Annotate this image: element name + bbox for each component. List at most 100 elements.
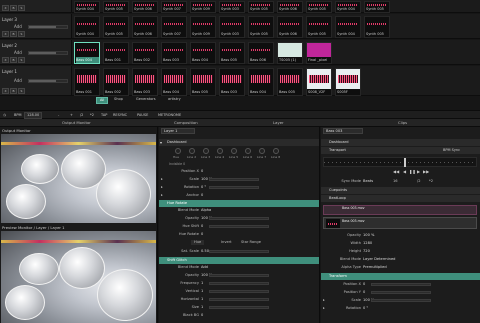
clip-slot[interactable]: Synth 005 — [103, 1, 129, 13]
layer-s-button[interactable]: S — [18, 88, 25, 94]
clip-slot[interactable]: Bass 003 — [132, 68, 158, 96]
clip-slot[interactable]: Synth 005 — [364, 16, 390, 38]
layer-opacity-slider[interactable] — [28, 79, 68, 83]
sat-scale-slider[interactable] — [209, 250, 269, 253]
tab-layer[interactable]: Layer — [273, 119, 284, 127]
clip-slot[interactable]: S008_V2F — [306, 68, 332, 96]
bpm-minus-button[interactable]: - — [58, 112, 59, 119]
layer-x-button[interactable]: X — [2, 31, 9, 37]
hue-rotate-header[interactable]: Hue Rotate — [159, 200, 319, 207]
layer-b-button[interactable]: B — [10, 57, 17, 63]
shift-glitch-header[interactable]: Shift Glitch — [159, 257, 319, 264]
tab-clips[interactable]: Clips — [398, 119, 407, 127]
clip-info-bar-2[interactable]: Bass 003.mov — [323, 217, 477, 229]
size-slider[interactable] — [209, 306, 269, 309]
pause-icon[interactable]: ❚❚ — [409, 169, 416, 174]
clip-slot[interactable]: Bass 002 — [132, 42, 158, 64]
layer-name-field[interactable]: Layer 1 — [161, 128, 195, 134]
layer-x-button[interactable]: X — [2, 88, 9, 94]
frequency-slider[interactable] — [209, 282, 269, 285]
dashboard-dial[interactable] — [259, 148, 265, 154]
clip-slot[interactable]: Bass 001 — [103, 42, 129, 64]
collapse-icon[interactable]: ▾ — [160, 140, 162, 145]
layer-x-button[interactable]: X — [2, 57, 9, 63]
tab-artistry[interactable]: artistry — [168, 96, 181, 103]
tab-composition[interactable]: Composition — [174, 119, 198, 127]
playhead[interactable] — [404, 158, 406, 167]
clip-slot[interactable]: Synth 003 — [219, 1, 245, 13]
layer-name[interactable]: Layer 1 — [2, 69, 17, 74]
clip-slot[interactable]: Synth 009 — [190, 1, 216, 13]
rotation-slider[interactable] — [209, 186, 259, 189]
layer-add-label[interactable]: Add — [14, 50, 22, 55]
hue-opacity-slider[interactable] — [209, 217, 269, 220]
scale-slider[interactable] — [209, 178, 259, 181]
clip-position-y-slider[interactable] — [371, 291, 431, 294]
tab-shop[interactable]: Shop — [114, 96, 123, 103]
layer-s-button[interactable]: S — [18, 5, 25, 11]
clip-slot[interactable]: Bass 004 — [74, 42, 100, 64]
clip-slot[interactable]: Bass 001 — [74, 68, 100, 96]
layer-s-button[interactable]: S — [18, 31, 25, 37]
clip-slot[interactable]: Bass 005 — [277, 68, 303, 96]
layer-name[interactable]: Layer 2 — [2, 43, 17, 48]
vertical-slider[interactable] — [209, 290, 269, 293]
clip-slot[interactable]: Synth 004 — [335, 1, 361, 13]
clip-slot[interactable]: Synth 005 — [306, 1, 332, 13]
dashboard-dial[interactable] — [203, 148, 209, 154]
bpm-value[interactable]: 128.00 — [24, 112, 43, 119]
resync-button[interactable]: RESYNC — [113, 112, 127, 119]
transform-header[interactable]: Transform — [321, 273, 480, 280]
clip-slot[interactable]: Bass 004 — [161, 68, 187, 96]
clip-slot[interactable]: Synth 007 — [161, 1, 187, 13]
pause-button[interactable]: PAUSE — [137, 112, 148, 119]
transport-timeline[interactable] — [323, 157, 477, 167]
layer-b-button[interactable]: B — [10, 88, 17, 94]
cuepoints-header[interactable]: Cuepoints — [321, 187, 480, 194]
clip-slot[interactable]: Synth 007 — [161, 16, 187, 38]
clip-slot[interactable]: Synth 003 — [219, 16, 245, 38]
dashboard-dial[interactable] — [189, 148, 195, 154]
layer-s-button[interactable]: S — [18, 57, 25, 63]
clip-slot[interactable]: Bass 004 — [248, 68, 274, 96]
dashboard-dial[interactable] — [245, 148, 251, 154]
clip-position-x-slider[interactable] — [371, 283, 431, 286]
clip-slot[interactable]: Bass 004 — [190, 42, 216, 64]
forward-icon[interactable]: ▶▶ — [423, 169, 429, 174]
bpm-plus-button[interactable]: + — [70, 112, 73, 119]
beatloop-header[interactable]: BeatLoop — [321, 195, 480, 202]
dashboard-dial[interactable] — [273, 148, 279, 154]
layer-x-button[interactable]: X — [2, 5, 9, 11]
clip-slot[interactable]: S005F — [335, 68, 361, 96]
clip-slot[interactable]: Synth 005 — [248, 1, 274, 13]
bpm-times2-button[interactable]: *2 — [90, 112, 94, 119]
clip-slot[interactable]: Synth 004 — [74, 16, 100, 38]
clip-slot[interactable]: Synth 004 — [335, 16, 361, 38]
clip-slot[interactable]: Bass 002 — [103, 68, 129, 96]
clip-slot[interactable]: Bass 005 — [190, 68, 216, 96]
clip-slot[interactable]: Bass 003 — [161, 42, 187, 64]
clip-slot[interactable]: Bass 003 — [219, 68, 245, 96]
clip-slot[interactable]: Synth 005 — [103, 16, 129, 38]
dashboard-dial[interactable] — [231, 148, 237, 154]
clip-slot[interactable]: Synth 004 — [74, 1, 100, 13]
layer-b-button[interactable]: B — [10, 5, 17, 11]
layer-opacity-slider[interactable] — [28, 50, 68, 55]
clip-slot[interactable]: Synth 006 — [277, 16, 303, 38]
clip-slot[interactable]: Final _pixel — [306, 42, 332, 64]
tap-button[interactable]: TAP — [101, 112, 107, 119]
tab-generators[interactable]: Generators — [136, 96, 156, 103]
clip-dashboard-header[interactable]: Dashboard — [321, 139, 480, 146]
clip-slot[interactable]: Synth 009 — [190, 16, 216, 38]
bpm-div2-button[interactable]: /2 — [80, 112, 83, 119]
dashboard-dial[interactable] — [217, 148, 223, 154]
play-icon[interactable]: ▶ — [417, 169, 420, 174]
hue-shift-slider[interactable] — [209, 225, 269, 228]
clip-slot[interactable]: Bass 005 — [219, 42, 245, 64]
dashboard-dial[interactable] — [175, 148, 181, 154]
layer-opacity-slider[interactable] — [28, 24, 68, 29]
layer-b-button[interactable]: B — [10, 31, 17, 37]
clip-slot[interactable]: Synth 006 — [132, 16, 158, 38]
tab-all[interactable]: All — [96, 97, 109, 104]
tab-output-monitor[interactable]: Output Monitor — [62, 119, 91, 127]
